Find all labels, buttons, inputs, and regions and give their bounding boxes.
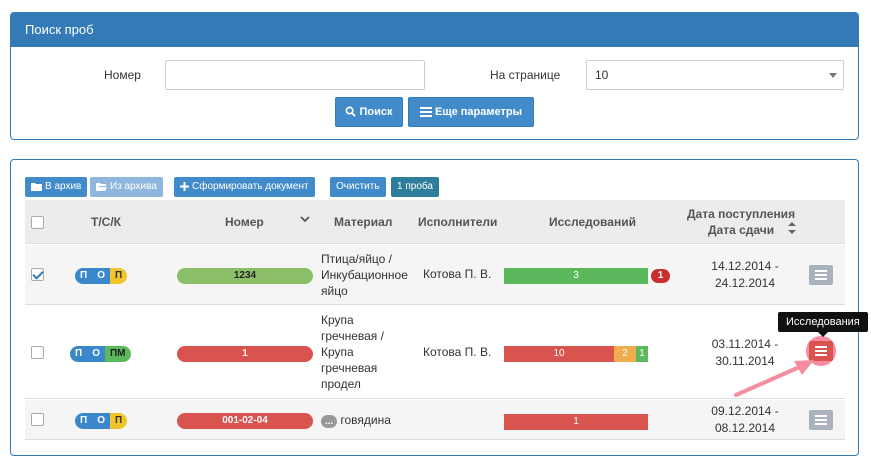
tcs-badge: П О ПМ bbox=[70, 346, 131, 362]
from-archive-label: Из архива bbox=[110, 181, 157, 192]
header-studies: Исследований bbox=[549, 215, 636, 229]
clear-button[interactable]: Очистить bbox=[330, 177, 386, 197]
tcs-badge: П О П bbox=[75, 268, 128, 284]
folder-open-icon bbox=[96, 183, 107, 191]
table-header: Т/С/К Номер Материал Исполнители Исследо… bbox=[25, 200, 845, 244]
sample-number[interactable]: 001-02-04 bbox=[177, 413, 313, 429]
studies-list-button[interactable] bbox=[809, 410, 833, 430]
row-checkbox[interactable] bbox=[31, 346, 44, 359]
results-panel: В архив Из архива Сформировать документ … bbox=[10, 159, 859, 456]
to-archive-label: В архив bbox=[45, 181, 82, 192]
table-row[interactable]: П О ПМ 1 Крупа гречневая / Крупа гречнев… bbox=[25, 306, 845, 399]
table-row[interactable]: П О П 1234 Птица/яйцо / Инкубационное яй… bbox=[25, 245, 845, 305]
header-date-due: Дата сдачи bbox=[708, 223, 775, 237]
samples-table: Т/С/К Номер Материал Исполнители Исследо… bbox=[25, 200, 845, 440]
from-archive-button[interactable]: Из архива bbox=[90, 177, 163, 197]
material-line: яйцо bbox=[321, 284, 348, 298]
list-icon bbox=[419, 107, 432, 117]
select-all-checkbox[interactable] bbox=[31, 216, 44, 229]
search-button[interactable]: Поиск bbox=[335, 97, 403, 127]
material-line: говядина bbox=[340, 413, 391, 427]
per-page-label: На странице bbox=[490, 68, 561, 82]
ellipsis-badge[interactable]: ... bbox=[321, 415, 338, 428]
tcs-t: П bbox=[75, 268, 93, 284]
more-params-label: Еще параметры bbox=[434, 106, 522, 118]
studies-progress-bar: 3 bbox=[504, 268, 648, 284]
tcs-t: П bbox=[75, 413, 93, 429]
sample-number[interactable]: 1 bbox=[177, 346, 313, 362]
plus-icon bbox=[180, 182, 189, 191]
material-text: Крупа гречневая / Крупа гречневая продел bbox=[321, 312, 384, 392]
create-document-button[interactable]: Сформировать документ bbox=[174, 177, 315, 197]
tcs-s: О bbox=[92, 413, 110, 429]
search-icon bbox=[346, 106, 357, 117]
per-page-select[interactable]: 10 bbox=[586, 60, 844, 90]
studies-progress-bar: 1 bbox=[504, 414, 648, 430]
header-executors: Исполнители bbox=[418, 215, 498, 229]
to-archive-button[interactable]: В архив bbox=[25, 177, 88, 197]
date-received: 03.11.2014 - bbox=[711, 337, 779, 351]
bar-segment-failed: 1 bbox=[504, 414, 648, 430]
material-line: Птица/яйцо / bbox=[321, 252, 392, 266]
studies-tooltip: Исследования bbox=[778, 312, 868, 337]
tcs-t: П bbox=[70, 346, 88, 362]
header-material: Материал bbox=[334, 215, 393, 229]
header-date-received: Дата поступления bbox=[687, 207, 796, 221]
sample-number[interactable]: 1234 bbox=[177, 268, 313, 284]
material-line: гречневая / bbox=[321, 329, 384, 343]
tcs-k: ПМ bbox=[104, 346, 131, 362]
search-panel: Поиск проб Номер На странице 10 Поиск Ещ… bbox=[10, 12, 859, 140]
date-due: 08.12.2014 bbox=[714, 421, 776, 435]
studies-badge: 1 bbox=[651, 269, 670, 283]
tcs-badge: П О П bbox=[75, 413, 128, 429]
material-line: Инкубационное bbox=[321, 268, 408, 282]
dates-cell: 09.12.2014 - 08.12.2014 bbox=[690, 403, 800, 437]
material-text: Птица/яйцо / Инкубационное яйцо bbox=[321, 251, 408, 299]
tcs-s: О bbox=[87, 346, 105, 362]
folder-icon bbox=[31, 183, 42, 191]
search-panel-title: Поиск проб bbox=[11, 13, 858, 47]
sort-chevron-down-icon[interactable] bbox=[300, 215, 310, 223]
tcs-s: О bbox=[92, 268, 110, 284]
number-label: Номер bbox=[104, 68, 141, 82]
per-page-value: 10 bbox=[595, 68, 609, 82]
header-tcs: Т/С/К bbox=[91, 215, 121, 229]
date-received: 09.12.2014 - bbox=[711, 404, 779, 418]
executor-name: Котова П. В. bbox=[423, 345, 492, 359]
date-received: 14.12.2014 - bbox=[711, 259, 779, 273]
pointer-arrow-icon bbox=[734, 360, 814, 397]
studies-list-button[interactable] bbox=[809, 265, 833, 285]
more-params-button[interactable]: Еще параметры bbox=[408, 97, 534, 127]
table-row[interactable]: П О П 001-02-04 ... говядина 1 09.12.2014… bbox=[25, 400, 845, 440]
dates-cell: 14.12.2014 - 24.12.2014 bbox=[690, 258, 800, 292]
material-line: Крупа bbox=[321, 345, 354, 359]
caret-down-icon bbox=[829, 73, 837, 78]
material-text: ... говядина bbox=[321, 412, 391, 428]
bar-segment-done: 1 bbox=[636, 346, 648, 362]
date-due: 24.12.2014 bbox=[714, 276, 776, 290]
search-button-label: Поиск bbox=[359, 106, 393, 118]
material-line: Крупа bbox=[321, 313, 354, 327]
header-number[interactable]: Номер bbox=[225, 215, 264, 229]
number-input[interactable] bbox=[165, 60, 425, 90]
material-line: гречневая bbox=[321, 361, 378, 375]
tcs-k: П bbox=[109, 268, 128, 284]
create-document-label: Сформировать документ bbox=[192, 181, 309, 192]
bar-segment-done: 3 bbox=[504, 268, 648, 284]
count-badge: 1 проба bbox=[391, 177, 439, 197]
bar-segment-failed: 10 bbox=[504, 346, 614, 362]
bar-segment-pending: 2 bbox=[614, 346, 636, 362]
tcs-k: П bbox=[109, 413, 128, 429]
material-line: продел bbox=[321, 377, 361, 391]
sort-icon[interactable] bbox=[788, 222, 796, 234]
studies-progress-bar: 10 2 1 bbox=[504, 346, 648, 362]
row-checkbox[interactable] bbox=[31, 413, 44, 426]
executor-name: Котова П. В. bbox=[423, 267, 492, 281]
row-checkbox[interactable] bbox=[31, 268, 44, 281]
